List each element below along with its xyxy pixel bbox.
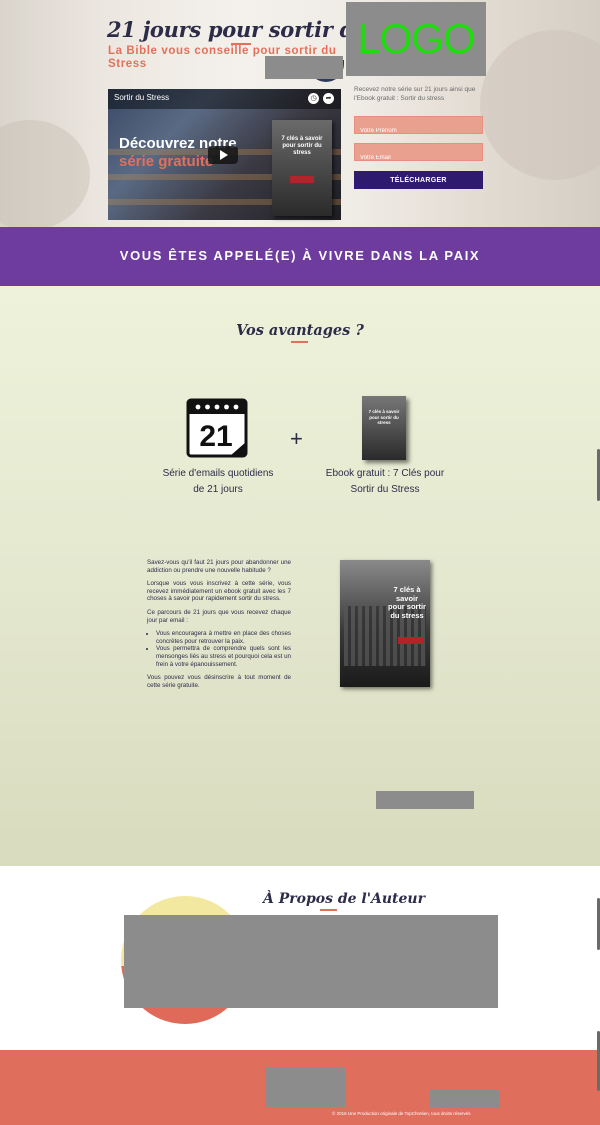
tagline-text: VOUS ÊTES APPELÉ(E) À VIVRE DANS LA PAIX	[119, 248, 481, 263]
plus-icon: +	[290, 426, 303, 451]
about-title: À Propos de l'Auteur	[262, 891, 425, 907]
first-name-input[interactable]	[355, 123, 482, 139]
book-cover-badge	[398, 637, 424, 644]
paragraph: Lorsque vous vous inscrivez à cette séri…	[147, 580, 291, 603]
paragraph: Savez-vous qu'il faut 21 jours pour aban…	[147, 559, 291, 574]
hero-section: 21 jours pour sortir du stress La Bible …	[0, 0, 600, 227]
first-name-field[interactable]	[354, 116, 483, 139]
list-item: Vous permettra de comprendre quels sont …	[156, 645, 291, 668]
logo[interactable]: LOGO	[346, 2, 486, 76]
redacted-block	[124, 915, 498, 1008]
advantages-title: Vos avantages ?	[236, 322, 364, 339]
hero-background-shape	[480, 30, 600, 180]
video-headline-accent: série gratuite	[119, 153, 214, 170]
video-title[interactable]: Sortir du Stress	[114, 93, 169, 102]
video-book-title: 7 clés à savoir pour sortir du stress	[281, 136, 323, 156]
title-underline	[291, 341, 308, 343]
about-section: À Propos de l'Auteur	[0, 866, 600, 1050]
redacted-block	[265, 56, 343, 79]
ebook-cover-title: 7 clés à savoir pour sortir du stress	[368, 409, 400, 425]
advantage-label-ebook: Ebook gratuit : 7 Clés pour Sortir du St…	[325, 468, 445, 495]
benefits-list: Vous encouragera à mettre en place des c…	[147, 630, 291, 668]
title-underline	[320, 909, 337, 911]
video-book-badge	[290, 176, 314, 183]
ebook-cover	[362, 396, 406, 460]
play-icon[interactable]	[208, 146, 238, 164]
form-intro: Recevez notre série sur 21 jours ainsi q…	[354, 86, 476, 102]
hero-background-shape	[0, 120, 90, 227]
tagline-band: VOUS ÊTES APPELÉ(E) À VIVRE DANS LA PAIX	[0, 227, 600, 286]
email-field[interactable]	[354, 143, 483, 166]
paragraph: Ce parcours de 21 jours que vous recevez…	[147, 608, 291, 624]
email-input[interactable]	[355, 150, 482, 166]
paragraph: Vous pouvez vous désinscrire à tout mome…	[147, 674, 291, 689]
list-item: Vous encouragera à mettre en place des c…	[156, 630, 291, 645]
redacted-block	[376, 791, 474, 809]
advantage-label-emails: Série d'emails quotidiens de 21 jours	[162, 468, 274, 495]
calendar-icon: 21	[186, 398, 248, 458]
advantages-description: Savez-vous qu'il faut 21 jours pour aban…	[147, 559, 291, 695]
footer: © 2016 Une Production originale de TopCh…	[0, 1050, 600, 1125]
hero-title: 21 jours pour sortir du stress	[107, 17, 444, 42]
calendar-number: 21	[199, 420, 232, 453]
redacted-block	[265, 1067, 345, 1107]
advantages-section: Vos avantages ? 21 + 7 clés à savoir pou…	[0, 286, 600, 866]
share-icon[interactable]: ➦	[323, 93, 334, 104]
redacted-block	[430, 1090, 500, 1108]
footer-copyright: © 2016 Une Production originale de TopCh…	[332, 1111, 471, 1116]
video-book-cover	[272, 120, 332, 216]
download-button[interactable]: TÉLÉCHARGER	[354, 171, 483, 189]
book-cover-title: 7 clés à savoir pour sortir du stress	[388, 585, 426, 620]
clock-icon[interactable]: ◷	[308, 93, 319, 104]
